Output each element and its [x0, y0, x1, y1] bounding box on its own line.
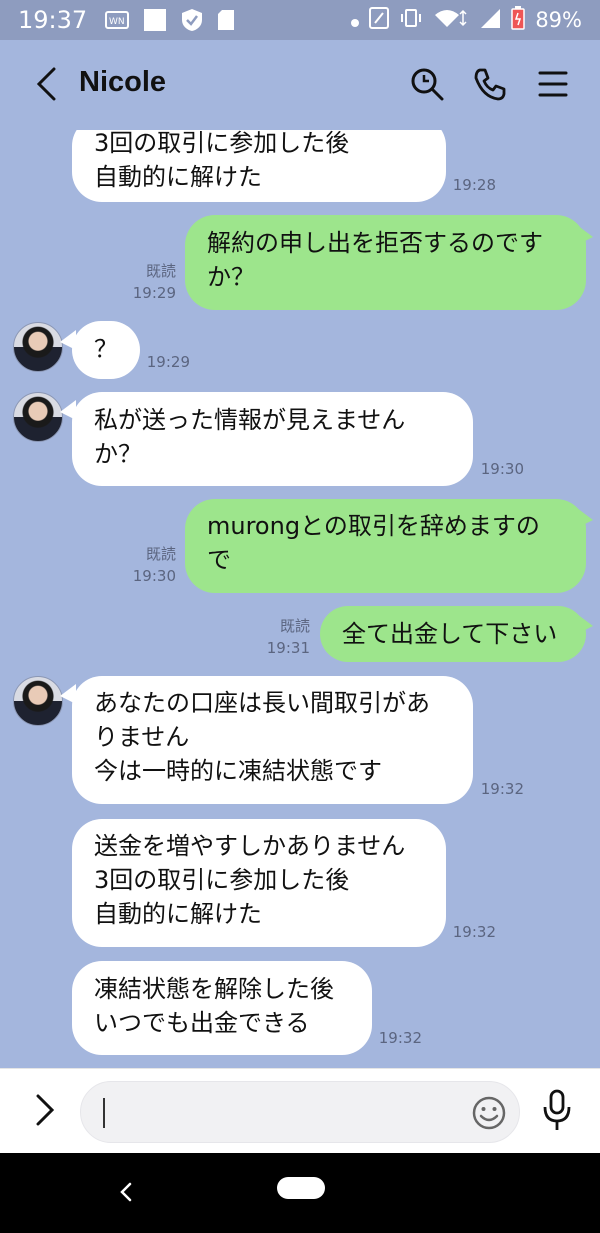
shield-check-icon [181, 8, 203, 32]
expand-chevron-icon[interactable] [28, 1093, 62, 1127]
message-bubble-incoming[interactable]: ？ [72, 321, 140, 379]
message-bubble-incoming[interactable]: 私が送った情報が見えません か？ [72, 392, 473, 486]
battery-icon [511, 5, 526, 35]
text-caret [103, 1098, 105, 1128]
message-time: 19:32 [480, 780, 524, 798]
search-icon[interactable] [407, 64, 447, 104]
system-back-icon[interactable] [113, 1179, 139, 1205]
read-receipt: 既読 [145, 545, 176, 563]
phone-icon[interactable] [470, 64, 510, 104]
message-time: 19:32 [378, 1029, 422, 1047]
microphone-icon[interactable] [540, 1089, 576, 1133]
signal-icon [479, 7, 501, 34]
chat-header: Nicole [0, 40, 600, 130]
chat-area[interactable]: 3回の取引に参加した後 自動的に解けた 19:28 既読 19:29 解約の申し… [0, 130, 600, 1068]
system-nav-bar [0, 1153, 600, 1233]
message-time: 19:29 [132, 284, 176, 302]
avatar[interactable] [13, 392, 63, 442]
message-bubble-outgoing[interactable]: 解約の申し出を拒否するのです か？ [185, 215, 586, 310]
read-receipt: 既読 [279, 617, 310, 635]
message-time: 19:31 [266, 639, 310, 657]
message-bubble-outgoing[interactable]: 全て出金して下さい [320, 606, 586, 662]
read-receipt: 既読 [145, 262, 176, 280]
dot-icon [351, 8, 360, 32]
message-input[interactable] [103, 1094, 463, 1132]
back-chevron-icon[interactable] [28, 66, 64, 102]
message-bubble-incoming[interactable]: 3回の取引に参加した後 自動的に解けた [72, 130, 446, 202]
svg-text:WN: WN [109, 17, 125, 27]
home-pill[interactable] [277, 1177, 325, 1199]
wifi-icon [433, 7, 469, 34]
status-time: 19:37 [18, 6, 88, 34]
menu-icon[interactable] [533, 64, 573, 104]
bubble-tail [577, 614, 593, 634]
bubble-tail [577, 225, 593, 245]
vibrate-icon [399, 8, 423, 33]
avatar[interactable] [13, 676, 63, 726]
message-time: 19:32 [452, 923, 496, 941]
notification-square-icon [143, 8, 167, 32]
message-time: 19:29 [146, 353, 190, 371]
status-right: 89% [351, 5, 582, 35]
bubble-tail [577, 508, 593, 528]
message-field[interactable] [80, 1081, 520, 1143]
message-bubble-incoming[interactable]: 送金を増やすしかありません 3回の取引に参加した後 自動的に解けた [72, 819, 446, 947]
message-time: 19:30 [132, 567, 176, 585]
message-bubble-incoming[interactable]: あなたの口座は長い間取引があ りません 今は一時的に凍結状態です [72, 676, 473, 804]
avatar[interactable] [13, 322, 63, 372]
chat-title: Nicole [79, 66, 167, 98]
nfc-icon [369, 6, 390, 34]
message-time: 19:28 [452, 176, 496, 194]
message-input-bar [0, 1068, 600, 1153]
wn-app-icon: WN [105, 10, 130, 30]
battery-percent: 89% [535, 8, 582, 32]
status-bar: 19:37 WN 89% [0, 0, 600, 40]
message-time: 19:30 [480, 460, 524, 478]
message-bubble-incoming[interactable]: 凍結状態を解除した後 いつでも出金できる [72, 961, 372, 1055]
message-bubble-outgoing[interactable]: murongとの取引を辞めますの で [185, 499, 586, 593]
sd-card-icon [217, 9, 235, 31]
emoji-icon[interactable] [471, 1095, 507, 1131]
